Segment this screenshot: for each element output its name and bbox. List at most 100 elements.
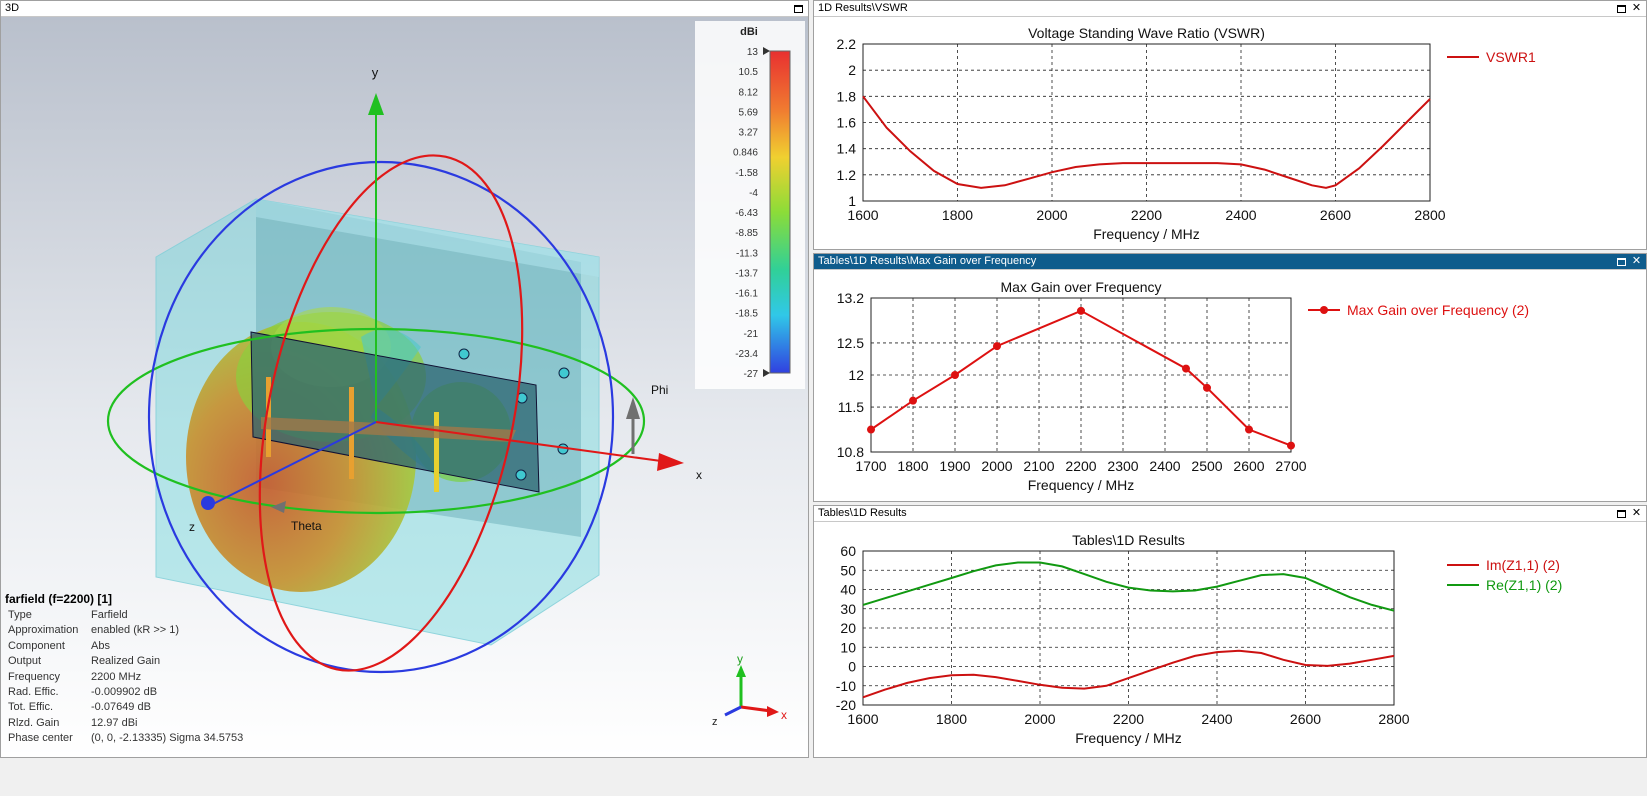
y-axis-arrow [368,93,384,115]
svg-text:x: x [781,708,787,722]
x-tick-label: 1800 [936,711,967,727]
x-axis-arrow [657,453,684,471]
data-point[interactable] [1077,306,1085,315]
legend-label: Max Gain over Frequency (2) [1347,302,1529,318]
x-tick-label: 1800 [942,207,973,223]
pane-vswr-titlebar[interactable]: 1D Results\VSWR ✕ [814,1,1646,17]
maximize-icon[interactable] [792,2,805,15]
y-tick-label: 2.2 [837,36,857,52]
pane-z-results[interactable]: Tables\1D Results ✕ Tables\1D Results 160… [813,505,1647,758]
y-tick-label: 10.8 [837,444,864,460]
pane-vswr[interactable]: 1D Results\VSWR ✕ Voltage Standing Wave … [813,0,1647,250]
close-icon[interactable]: ✕ [1630,507,1643,520]
y-tick-label: 10 [840,639,856,655]
close-icon[interactable]: ✕ [1630,255,1643,268]
svg-text:y: y [737,652,743,666]
info-value: Abs [91,639,110,652]
x-tick-label: 2700 [1275,458,1306,474]
info-title: farfield (f=2200) [1] [5,592,113,606]
info-value: 2200 MHz [91,670,142,683]
y-tick-label: 1.6 [837,115,857,131]
y-tick-label: 20 [840,620,856,636]
pane-z-titlebar[interactable]: Tables\1D Results ✕ [814,506,1646,522]
colorbar-tick-label: 0.846 [733,148,758,159]
x-tick-label: 2100 [1023,458,1054,474]
info-key: Type [8,609,32,621]
x-tick-label: 2800 [1378,711,1409,727]
colorbar-tick-label: 10.5 [739,67,759,78]
y-tick-label: 2 [848,62,856,78]
orientation-triad: y x z [712,652,787,728]
y-tick-label: 60 [840,543,856,559]
info-key: Phase center [8,732,73,745]
pane-3d[interactable]: 3D y x z Phi Theta dBi 13 10.5 8.12 5.69… [0,0,809,758]
pane-max-gain[interactable]: Tables\1D Results\Max Gain over Frequenc… [813,253,1647,502]
svg-text:z: z [712,716,718,728]
x-tick-label: 2000 [981,458,1012,474]
data-point[interactable] [1203,383,1211,392]
y-tick-label: 1.8 [837,88,857,104]
info-row: Rlzd. Gain 12.97 dBi [5,717,257,732]
data-point[interactable] [867,425,875,434]
info-value: enabled (kR >> 1) [91,624,180,637]
chart-title: Tables\1D Results [1072,532,1185,548]
colorbar-tick-label: -8.85 [735,228,758,239]
data-point[interactable] [993,342,1001,351]
colorbar-tick-label: 5.69 [739,107,759,118]
x-tick-label: 2600 [1233,458,1264,474]
info-key: Rad. Effic. [8,685,59,698]
x-tick-label: 2500 [1191,458,1222,474]
legend-marker [1320,306,1328,314]
info-row: Rad. Effic. -0.009902 dB [5,686,257,701]
x-axis-label: Frequency / MHz [1075,730,1182,746]
x-axis-label: Frequency / MHz [1028,477,1135,493]
colorbar-tick-label: -18.5 [735,309,758,320]
pane-max-gain-titlebar[interactable]: Tables\1D Results\Max Gain over Frequenc… [814,254,1646,270]
data-point[interactable] [909,396,917,405]
maximize-icon[interactable] [1615,255,1628,268]
info-value: -0.009902 dB [91,685,158,698]
chart-title: Voltage Standing Wave Ratio (VSWR) [1028,25,1265,41]
x-tick-label: 2600 [1320,207,1351,223]
info-value: Farfield [91,609,128,621]
x-axis-label: x [696,468,702,482]
pane-3d-titlebar[interactable]: 3D [1,1,808,17]
x-tick-label: 1600 [847,207,878,223]
data-point[interactable] [1287,441,1295,450]
data-point[interactable] [1245,425,1253,434]
theta-label: Theta [291,519,322,533]
pane-max-gain-title: Tables\1D Results\Max Gain over Frequenc… [818,255,1037,267]
info-key: Frequency [8,670,60,683]
colorbar-tick-label: -16.1 [735,289,758,300]
pane-z-title: Tables\1D Results [818,507,907,519]
info-row: Output Realized Gain [5,655,257,670]
y-tick-label: 30 [840,601,856,617]
info-key: Output [8,655,42,668]
vswr-chart[interactable]: Voltage Standing Wave Ratio (VSWR) 1600 18… [814,17,1646,249]
x-axis-label: Frequency / MHz [1093,226,1200,242]
x-tick-label: 2000 [1036,207,1067,223]
impedance-chart[interactable]: Tables\1D Results 1600 1800 2000 2200 2400 260… [814,522,1646,757]
maximize-icon[interactable] [1615,2,1628,15]
pane-3d-title: 3D [5,2,20,14]
z-axis-label: z [189,520,195,534]
y-tick-label: 13.2 [837,290,864,306]
y-tick-label: 1 [848,193,856,209]
phi-label: Phi [651,383,668,397]
y-tick-label: 12 [848,367,864,383]
maximize-icon[interactable] [1615,507,1628,520]
y-tick-label: 1.2 [837,167,857,183]
viewport-3d[interactable]: y x z Phi Theta dBi 13 10.5 8.12 5.69 3.27 0.… [1,17,808,757]
data-point[interactable] [951,371,959,379]
max-gain-chart[interactable]: Max Gain over Frequency 1700 1800 1900 2000 2… [814,270,1646,501]
close-icon[interactable]: ✕ [1630,2,1643,15]
y-tick-label: 1.4 [837,141,857,157]
colorbar-tick-label: -1.58 [735,168,758,179]
info-row: Frequency 2200 MHz [5,671,257,686]
info-value: Realized Gain [91,655,161,668]
x-tick-label: 2200 [1113,711,1144,727]
colorbar-unit: dBi [740,26,758,38]
data-point[interactable] [1182,364,1190,373]
y-tick-label: 0 [848,659,856,675]
colorbar-tick-label: -13.7 [735,268,758,279]
